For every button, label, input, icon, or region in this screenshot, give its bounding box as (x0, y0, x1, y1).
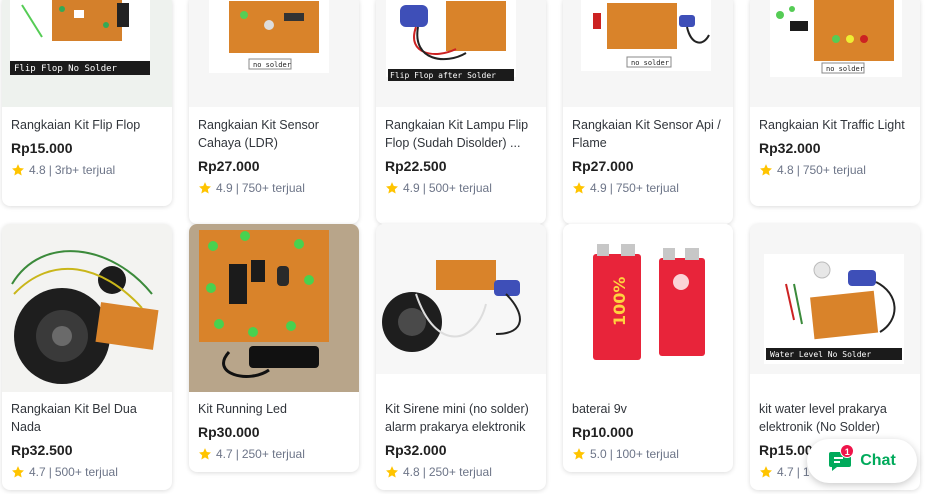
product-price: Rp32.000 (759, 140, 821, 156)
star-icon (199, 182, 211, 194)
image-caption: no solder (631, 59, 669, 67)
rating-row: 4.9 | 750+ terjual (572, 180, 725, 196)
svg-text:100%: 100% (610, 277, 629, 326)
product-card[interactable]: Flip Flop after Solder Rangkaian Kit Lam… (376, 0, 546, 224)
product-name[interactable]: Rangkaian Kit Sensor Cahaya (LDR) (198, 116, 351, 152)
product-image (376, 224, 546, 374)
sold-count: 250+ terjual (428, 465, 492, 479)
product-price: Rp22.500 (385, 158, 447, 174)
product-price: Rp27.000 (198, 158, 260, 174)
rating-value: 4.8 (777, 163, 794, 177)
product-image (189, 224, 359, 392)
product-name[interactable]: Rangkaian Kit Sensor Api / Flame (572, 116, 725, 152)
product-name[interactable]: Rangkaian Kit Flip Flop (11, 116, 164, 134)
product-image: 100% (563, 224, 733, 374)
star-icon (12, 466, 24, 478)
product-image: no solder (189, 0, 359, 107)
rating-value: 4.9 (403, 181, 420, 195)
product-card[interactable]: Kit Sirene mini (no solder) alarm prakar… (376, 224, 546, 490)
product-name[interactable]: kit water level prakarya elektronik (No … (759, 400, 912, 436)
sold-count: 750+ terjual (802, 163, 866, 177)
sold-count: 3rb+ terjual (54, 163, 116, 177)
product-card[interactable]: Rangkaian Kit Bel Dua Nada Rp32.500 4.7 |… (2, 224, 172, 490)
product-card[interactable]: Kit Running Led Rp30.000 4.7 | 250+ terjua… (189, 224, 359, 472)
chat-button[interactable]: 1 Chat (807, 439, 917, 483)
sold-count: 750+ terjual (615, 181, 679, 195)
rating-value: 4.7 (29, 465, 46, 479)
rating-row: 4.7 | 250+ terjual (198, 446, 351, 462)
chat-bubble-icon: 1 (828, 444, 855, 472)
product-price: Rp32.500 (11, 442, 73, 458)
star-icon (573, 448, 585, 460)
star-icon (199, 448, 211, 460)
sold-count: 100+ terjual (615, 447, 679, 461)
image-caption: Flip Flop after Solder (390, 71, 496, 80)
image-caption: Flip Flop No Solder (14, 64, 118, 74)
product-image: no solder (563, 0, 733, 107)
rating-value: 4.9 (590, 181, 607, 195)
product-image: Flip Flop No Solder (2, 0, 172, 107)
product-image: Flip Flop after Solder (376, 0, 546, 107)
rating-value: 5.0 (590, 447, 607, 461)
image-caption: Water Level No Solder (770, 350, 871, 359)
rating-value: 4.7 (777, 465, 794, 479)
star-icon (12, 164, 24, 176)
star-icon (573, 182, 585, 194)
star-icon (386, 182, 398, 194)
product-price: Rp10.000 (572, 424, 634, 440)
product-name[interactable]: Kit Sirene mini (no solder) alarm prakar… (385, 400, 538, 436)
product-name[interactable]: Rangkaian Kit Bel Dua Nada (11, 400, 164, 436)
product-price: Rp30.000 (198, 424, 260, 440)
image-caption: no solder (253, 61, 291, 69)
product-image: Water Level No Solder (750, 224, 920, 374)
rating-row: 4.9 | 500+ terjual (385, 180, 538, 196)
product-card[interactable]: no solder Rangkaian Kit Sensor Cahaya (L… (189, 0, 359, 224)
rating-value: 4.8 (403, 465, 420, 479)
image-caption: no solder (826, 65, 864, 73)
sold-count: 500+ terjual (428, 181, 492, 195)
product-card[interactable]: 100% baterai 9v Rp10.000 5.0 | 100+ terjua… (563, 224, 733, 472)
star-icon (760, 164, 772, 176)
sold-count: 250+ terjual (241, 447, 305, 461)
product-card[interactable]: no solder Rangkaian Kit Sensor Api / Fla… (563, 0, 733, 224)
rating-row: 5.0 | 100+ terjual (572, 446, 725, 462)
rating-row: 4.8 | 250+ terjual (385, 464, 538, 480)
product-name[interactable]: Rangkaian Kit Lampu Flip Flop (Sudah Dis… (385, 116, 538, 152)
product-card[interactable]: Flip Flop No Solder Rangkaian Kit Flip F… (2, 0, 172, 206)
product-image (2, 224, 172, 392)
rating-row: 4.8 | 750+ terjual (759, 162, 912, 178)
chat-label: Chat (860, 452, 896, 469)
product-price: Rp32.000 (385, 442, 447, 458)
product-price: Rp27.000 (572, 158, 634, 174)
star-icon (386, 466, 398, 478)
product-name[interactable]: baterai 9v (572, 400, 725, 418)
rating-value: 4.7 (216, 447, 233, 461)
product-price: Rp15.000 (11, 140, 73, 156)
rating-value: 4.8 (29, 163, 46, 177)
rating-row: 4.7 | 500+ terjual (11, 464, 164, 480)
product-name[interactable]: Kit Running Led (198, 400, 351, 418)
rating-row: 4.9 | 750+ terjual (198, 180, 351, 196)
product-card[interactable]: no solder Rangkaian Kit Traffic Light Rp… (750, 0, 920, 206)
star-icon (760, 466, 772, 478)
rating-value: 4.9 (216, 181, 233, 195)
sold-count: 750+ terjual (241, 181, 305, 195)
sold-count: 500+ terjual (54, 465, 118, 479)
rating-row: 4.8 | 3rb+ terjual (11, 162, 164, 178)
product-image: no solder (750, 0, 920, 107)
product-name[interactable]: Rangkaian Kit Traffic Light (759, 116, 912, 134)
